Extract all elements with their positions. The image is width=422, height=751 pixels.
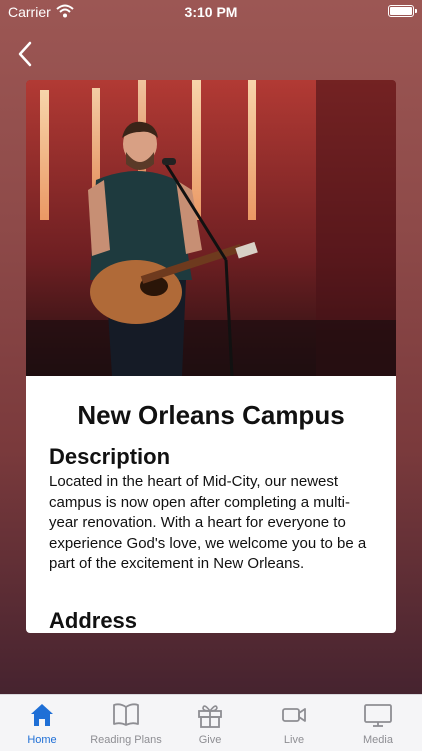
video-camera-icon [282, 708, 306, 722]
battery-icon [388, 5, 417, 17]
tab-home-label: Home [27, 734, 57, 746]
address-heading: Address [49, 608, 138, 633]
description-heading: Description [49, 444, 171, 469]
book-icon [113, 703, 139, 726]
monitor-icon [364, 704, 392, 727]
campus-hero-image [26, 80, 396, 376]
tab-media[interactable]: Media [336, 695, 420, 751]
tab-home[interactable]: Home [0, 695, 84, 751]
tab-media-label: Media [363, 734, 393, 746]
tab-live[interactable]: Live [252, 695, 336, 751]
campus-card: New Orleans Campus Description Located i… [26, 80, 396, 633]
status-time: 3:10 PM [184, 4, 238, 20]
tab-bar: Home Reading Plans Give Live Media [0, 694, 422, 751]
tab-reading-plans-label: Reading Plans [90, 734, 162, 746]
status-bar: Carrier 3:10 PM [0, 0, 422, 26]
tab-give-label: Give [198, 734, 222, 746]
back-chevron-icon[interactable] [12, 40, 40, 68]
gift-icon [198, 705, 222, 728]
home-icon [31, 704, 53, 726]
tab-live-label: Live [283, 734, 305, 746]
campus-title: New Orleans Campus [77, 400, 345, 430]
tab-reading-plans[interactable]: Reading Plans [84, 695, 168, 751]
description-text: Located in the heart of Mid-City, our ne… [49, 473, 367, 572]
tab-give[interactable]: Give [168, 695, 252, 751]
